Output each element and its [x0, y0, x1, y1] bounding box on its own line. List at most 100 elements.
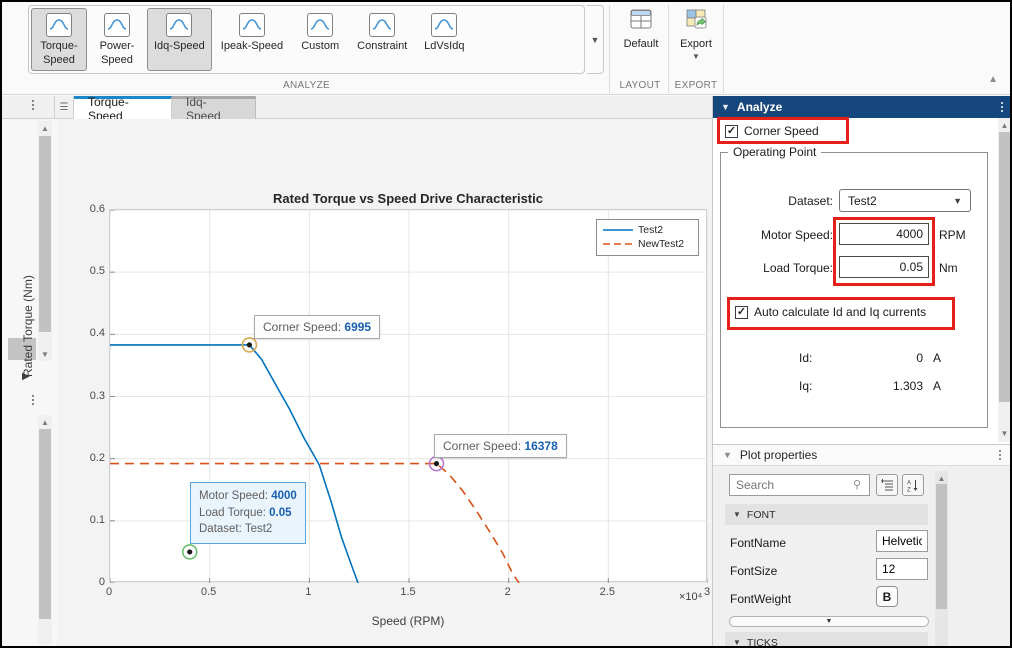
- section-ticks[interactable]: ▼ TICKS: [725, 632, 928, 648]
- sine-wave-icon: [369, 13, 395, 37]
- tab-list-icon[interactable]: ☰: [54, 96, 74, 118]
- properties-scrollbar[interactable]: ▲: [935, 471, 948, 648]
- tab-options-icon[interactable]: [32, 100, 34, 110]
- analyze-panel-title: Analyze: [737, 100, 782, 114]
- series-NewTest2[interactable]: [110, 464, 519, 583]
- chevron-down-icon: ▼: [591, 35, 600, 45]
- ldvsidq-button[interactable]: LdVsIdq: [416, 8, 472, 71]
- x-tick-label: 2: [505, 586, 511, 598]
- x-tick-label: 3: [704, 586, 710, 598]
- idq-speed-label: Idq-Speed: [154, 40, 205, 54]
- fontname-input[interactable]: [876, 530, 928, 552]
- bold-toggle-button[interactable]: B: [876, 586, 898, 607]
- legend-entry: NewTest2: [603, 237, 692, 251]
- scroll-down-icon[interactable]: ▼: [38, 347, 52, 361]
- scroll-up-icon[interactable]: ▲: [998, 118, 1011, 132]
- checkbox-checked-icon[interactable]: ✓: [725, 125, 738, 138]
- ipeak-speed-label: Ipeak-Speed: [221, 40, 283, 54]
- panel-menu-icon[interactable]: [1001, 102, 1003, 112]
- scroll-up-icon[interactable]: ▲: [38, 121, 52, 135]
- marker-dot[interactable]: [247, 342, 252, 347]
- load-torque-input[interactable]: [839, 256, 929, 278]
- y-tick-label: 0.6: [75, 203, 105, 215]
- panel-scrollbar[interactable]: ▲ ▼: [998, 118, 1011, 442]
- corner-speed-datatip[interactable]: Corner Speed: 16378: [434, 434, 567, 458]
- chart-legend[interactable]: Test2 NewTest2: [596, 219, 699, 256]
- chevron-down-icon: ▼: [692, 52, 700, 61]
- constraint-label: Constraint: [357, 40, 407, 54]
- legend-line-dashed: [603, 241, 633, 247]
- dataset-label: Dataset:: [741, 194, 833, 208]
- plot-properties-header[interactable]: ▼ Plot properties: [713, 444, 1011, 466]
- vertical-scrollbar[interactable]: ▲ ▼: [38, 121, 52, 361]
- x-tick-label: 1: [305, 586, 311, 598]
- x-axis-multiplier: ×10⁴: [679, 591, 702, 603]
- collapse-ribbon-icon[interactable]: ▲: [988, 74, 998, 85]
- fontweight-label: FontWeight: [730, 592, 791, 606]
- ipeak-speed-button[interactable]: Ipeak-Speed: [214, 8, 290, 71]
- sort-az-icon[interactable]: AZ: [902, 474, 924, 496]
- sine-wave-icon: [307, 13, 333, 37]
- scrollbar-thumb[interactable]: [39, 429, 51, 619]
- scroll-up-icon[interactable]: ▲: [38, 415, 52, 429]
- group-label-export: EXPORT: [669, 80, 723, 91]
- x-tick-label: 0.5: [201, 586, 216, 598]
- marker-dot[interactable]: [434, 461, 439, 466]
- analyze-panel-header[interactable]: ▼ Analyze: [713, 96, 1011, 118]
- group-label-layout: LAYOUT: [612, 80, 668, 91]
- vertical-scrollbar[interactable]: ▲: [38, 415, 52, 645]
- tooltip-line: Motor Speed: 4000: [199, 488, 297, 505]
- analyze-gallery: Torque- Speed Power- Speed Idq-Speed Ipe…: [28, 5, 585, 74]
- left-gutter: ▲ ▼ ▶ ▲: [2, 119, 57, 648]
- collapse-section-icon: ▼: [733, 510, 741, 519]
- torque-speed-button[interactable]: Torque- Speed: [31, 8, 87, 71]
- panel-menu-icon[interactable]: [999, 450, 1001, 460]
- chevron-down-icon: ▼: [953, 196, 962, 206]
- toolbar-separator: [723, 5, 724, 93]
- scroll-down-icon[interactable]: ▼: [998, 426, 1011, 440]
- legend-label: NewTest2: [638, 238, 684, 250]
- fontsize-input[interactable]: [876, 558, 928, 580]
- tooltip-line: Dataset: Test2: [199, 521, 297, 538]
- section-font[interactable]: ▼ FONT: [725, 504, 928, 525]
- power-speed-button[interactable]: Power- Speed: [89, 8, 145, 71]
- collapse-section-icon[interactable]: ▼: [723, 450, 732, 460]
- export-figure-icon: [683, 7, 709, 34]
- search-input[interactable]: [729, 474, 870, 496]
- sine-wave-icon: [239, 13, 265, 37]
- iq-unit: A: [933, 379, 941, 393]
- checkbox-checked-icon[interactable]: ✓: [735, 306, 748, 319]
- datatip-label: Corner Speed:: [263, 320, 341, 334]
- sine-wave-icon: [46, 13, 72, 37]
- scrollbar-thumb[interactable]: [39, 136, 51, 332]
- marker-dot[interactable]: [187, 549, 192, 554]
- corner-speed-checkbox[interactable]: ✓ Corner Speed: [725, 124, 819, 138]
- load-torque-label: Load Torque:: [741, 261, 833, 275]
- auto-calc-checkbox[interactable]: ✓ Auto calculate Id and Iq currents: [735, 305, 926, 319]
- collapse-section-icon[interactable]: ▼: [721, 102, 730, 112]
- custom-button[interactable]: Custom: [292, 8, 348, 71]
- show-all-properties-icon[interactable]: [876, 474, 898, 496]
- panel-options-icon[interactable]: [32, 395, 34, 405]
- motor-speed-input[interactable]: [839, 223, 929, 245]
- scrollbar-thumb[interactable]: [936, 484, 947, 609]
- bold-label: B: [883, 590, 892, 604]
- document-tabbar: ☰ Torque-Speed Idq-Speed: [2, 96, 712, 119]
- corner-speed-datatip[interactable]: Corner Speed: 6995: [254, 315, 380, 339]
- y-axis-label: Rated Torque (Nm): [21, 275, 35, 377]
- operating-point-tooltip[interactable]: Motor Speed: 4000 Load Torque: 0.05 Data…: [190, 482, 306, 544]
- horizontal-splitter[interactable]: ▼: [729, 616, 929, 627]
- plot-properties-title: Plot properties: [740, 448, 817, 462]
- default-layout-button[interactable]: Default: [615, 7, 667, 50]
- figure-canvas[interactable]: Rated Torque vs Speed Drive Characterist…: [57, 119, 712, 648]
- dataset-dropdown[interactable]: Test2 ▼: [839, 189, 971, 212]
- constraint-button[interactable]: Constraint: [350, 8, 414, 71]
- scroll-up-icon[interactable]: ▲: [935, 471, 948, 485]
- tab-idq-speed[interactable]: Idq-Speed: [172, 96, 256, 119]
- idq-speed-button[interactable]: Idq-Speed: [147, 8, 212, 71]
- export-button[interactable]: Export ▼: [671, 7, 721, 61]
- tab-torque-speed[interactable]: Torque-Speed: [74, 96, 172, 119]
- sine-wave-icon: [166, 13, 192, 37]
- gallery-dropdown-button[interactable]: ▼: [587, 5, 604, 74]
- scrollbar-thumb[interactable]: [999, 132, 1010, 402]
